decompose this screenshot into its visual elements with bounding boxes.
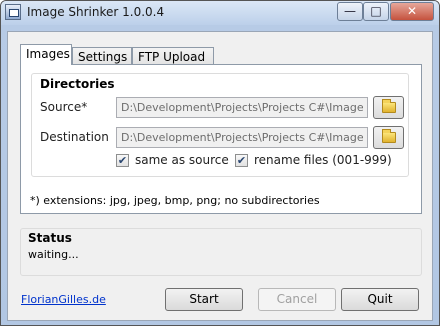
- status-text: waiting...: [28, 248, 79, 261]
- minimize-button[interactable]: —: [337, 2, 363, 21]
- tab-ftp-upload[interactable]: FTP Upload: [132, 47, 214, 65]
- maximize-button[interactable]: □: [363, 2, 389, 21]
- same-as-source-checkbox[interactable]: ✔: [116, 154, 129, 167]
- window-title: Image Shrinker 1.0.0.4: [27, 5, 165, 19]
- source-label: Source*: [40, 100, 88, 114]
- close-button[interactable]: ✕: [390, 2, 434, 21]
- quit-button[interactable]: Quit: [341, 288, 419, 311]
- website-link[interactable]: FlorianGilles.de: [21, 293, 106, 306]
- destination-label: Destination: [40, 130, 109, 144]
- cancel-button[interactable]: Cancel: [258, 288, 336, 311]
- app-window: Image Shrinker 1.0.0.4 — □ ✕ Images Sett…: [0, 0, 440, 326]
- rename-files-label: rename files (001-999): [254, 153, 392, 167]
- directories-group: Directories Source* Destination ✔ same a…: [31, 73, 409, 177]
- destination-path-field[interactable]: [116, 127, 368, 148]
- title-bar[interactable]: Image Shrinker 1.0.0.4 — □ ✕: [1, 1, 439, 25]
- tab-settings[interactable]: Settings: [72, 47, 132, 65]
- tab-images[interactable]: Images: [20, 44, 72, 65]
- app-icon: [5, 4, 21, 20]
- source-path-field[interactable]: [116, 97, 368, 118]
- rename-files-checkbox[interactable]: ✔: [235, 154, 248, 167]
- start-button[interactable]: Start: [165, 288, 243, 311]
- destination-browse-button[interactable]: [373, 126, 404, 149]
- extensions-note: *) extensions: jpg, jpeg, bmp, png; no s…: [30, 194, 320, 207]
- source-browse-button[interactable]: [373, 96, 404, 119]
- same-as-source-label: same as source: [135, 153, 229, 167]
- folder-icon: [382, 129, 396, 143]
- folder-icon: [382, 99, 396, 113]
- status-title: Status: [28, 231, 72, 245]
- directories-title: Directories: [40, 77, 115, 91]
- images-tab-panel: Directories Source* Destination ✔ same a…: [20, 64, 422, 214]
- status-group: Status waiting...: [20, 228, 422, 276]
- client-area: Images Settings FTP Upload Directories S…: [7, 31, 433, 321]
